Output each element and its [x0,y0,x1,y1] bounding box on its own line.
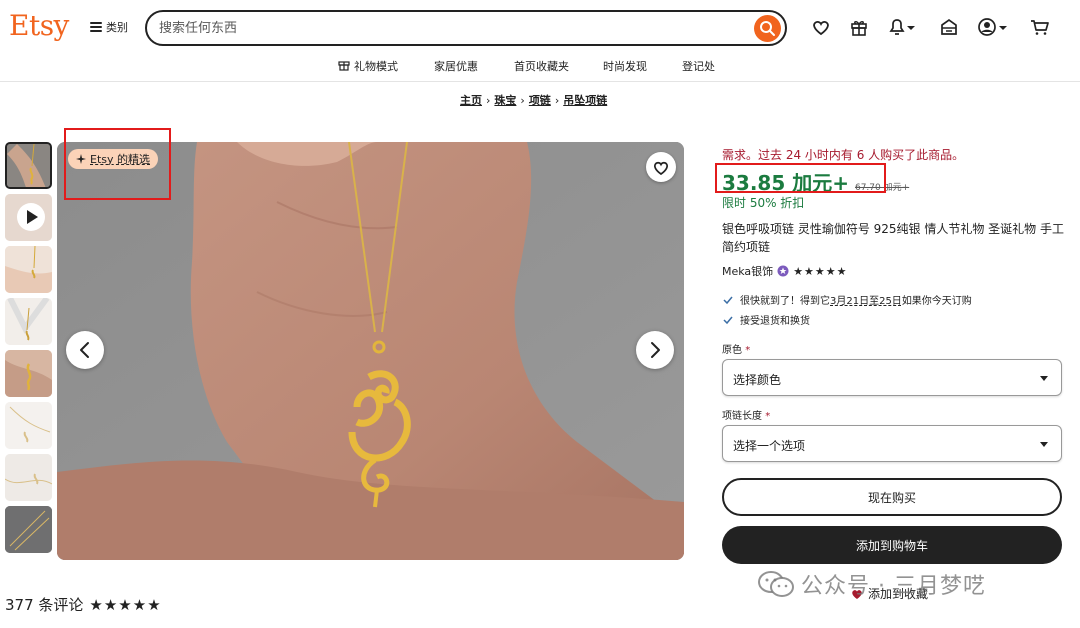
heart-icon[interactable] [810,16,832,38]
buy-now-button[interactable]: 现在购买 [722,478,1062,516]
check-icon [723,316,733,324]
product-title: 银色呼吸项链 灵性瑜伽符号 925纯银 情人节礼物 圣诞礼物 手工简约项链 [722,222,1064,254]
annotation-box [64,128,171,200]
search-bar [145,10,787,46]
length-select-value: 选择一个选项 [733,439,806,453]
annotation-box [715,163,886,193]
search-input[interactable] [159,19,739,37]
shop-name[interactable]: Meka银饰 [722,263,773,279]
thumbnail-5[interactable] [5,350,52,397]
chevron-right-icon: › [554,93,560,107]
breadcrumb-jewelry[interactable]: 珠宝 [494,92,516,108]
cart-icon[interactable] [1029,16,1051,38]
product-photo [57,142,684,560]
returns-text: 接受退货和换货 [740,316,810,327]
thumbnail-3[interactable] [5,246,52,293]
caret-down-icon [1040,442,1048,447]
subnav-registry[interactable]: 登记处 [682,58,715,74]
add-to-cart-button[interactable]: 添加到购物车 [722,526,1062,564]
length-label: 项链长度 * [722,411,771,422]
chevron-down-icon[interactable] [905,16,917,38]
thumbnail-4[interactable] [5,298,52,345]
demand-notice: 需求。过去 24 小时内有 6 人购买了此商品。 [722,148,965,162]
thumbnail-image [5,350,52,397]
menu-icon [90,22,102,32]
length-select[interactable]: 选择一个选项 [722,425,1062,462]
thumbnail-video[interactable] [5,194,52,241]
thumbnail-6[interactable] [5,402,52,449]
breadcrumb: 主页 › 珠宝 › 项链 › 吊坠项链 [460,92,607,108]
thumbnail-8[interactable] [5,506,52,553]
delivery-dates[interactable]: 3月21日至25日 [830,296,902,307]
categories-label: 类别 [106,21,128,34]
thumbnail-image [5,298,52,345]
account-icon[interactable] [976,16,998,38]
reviews-summary: 377 条评论 ★★★★★ [5,594,162,615]
categories-button[interactable]: 类别 [90,19,128,35]
breadcrumb-pendant-necklaces[interactable]: 吊坠项链 [563,92,607,108]
shop-info: Meka银饰 ★★★★★ [722,263,848,279]
color-label: 原色 * [722,345,751,356]
chevron-right-icon [651,342,660,358]
color-select[interactable]: 选择颜色 [722,359,1062,396]
subnav-home-favorites[interactable]: 首页收藏夹 [514,58,569,74]
previous-image-button[interactable] [66,331,104,369]
registry-icon[interactable] [938,16,960,38]
thumbnail-image [5,506,52,553]
next-image-button[interactable] [636,331,674,369]
star-seller-icon [777,265,789,277]
subnav-gift-mode[interactable]: 礼物模式 [354,58,398,74]
subnav-fashion-finds[interactable]: 时尚发现 [603,58,647,74]
delivery-condition: 如果你今天订购 [901,296,972,307]
heart-icon [654,161,668,176]
chevron-down-icon[interactable] [997,16,1009,38]
thumbnail-7[interactable] [5,454,52,501]
gift-icon[interactable] [848,16,870,38]
thumbnail-image [5,246,52,293]
review-stars: ★★★★★ [89,595,162,614]
etsy-logo[interactable]: Etsy [9,9,69,42]
product-main-image[interactable] [57,142,684,560]
watermark: 公众号 · 三月梦呓 [757,568,986,600]
wechat-icon [758,571,794,597]
thumbnail-image [5,402,52,449]
watermark-text: 公众号 · 三月梦呓 [801,574,986,599]
caret-down-icon [1040,376,1048,381]
thumbnail-1[interactable] [5,142,52,189]
site-header: Etsy 类别 [0,0,1080,56]
thumbnail-image [5,194,52,241]
delivery-info: 很快就到了！得到它3月21日至25日如果你今天订购 [722,292,972,307]
search-icon [760,21,775,36]
returns-info: 接受退货和换货 [722,312,810,327]
discount-label: 限时 50% 折扣 [722,196,805,210]
gift-icon [338,61,350,71]
subnav-home-deals[interactable]: 家居优惠 [434,58,478,74]
shop-rating-stars: ★★★★★ [793,264,848,278]
sub-navigation: 礼物模式 家居优惠 首页收藏夹 时尚发现 登记处 [0,56,1080,82]
thumbnail-image [7,144,50,187]
favorite-button[interactable] [646,152,676,182]
chevron-left-icon [80,342,89,358]
chevron-right-icon: › [520,93,525,107]
check-icon [723,296,733,304]
thumbnail-image [5,454,52,501]
color-select-value: 选择颜色 [733,373,782,387]
breadcrumb-necklaces[interactable]: 项链 [529,92,551,108]
breadcrumb-home[interactable]: 主页 [460,92,482,108]
chevron-right-icon: › [486,93,491,107]
review-count[interactable]: 377 条评论 [5,594,83,615]
delivery-text: 很快就到了！得到它 [740,296,830,307]
search-button[interactable] [754,15,781,42]
